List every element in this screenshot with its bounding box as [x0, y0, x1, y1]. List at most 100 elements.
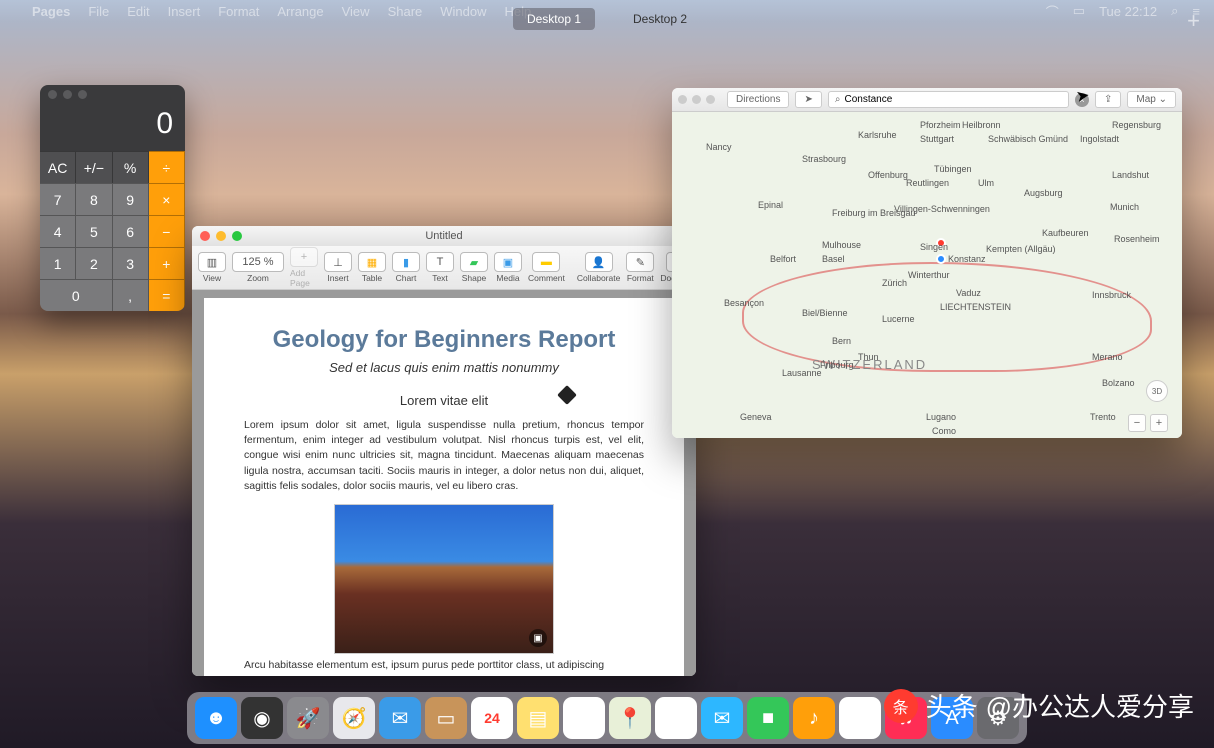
dock-maps[interactable]: 📍	[609, 697, 651, 739]
tb-comment[interactable]: ▬Comment	[528, 252, 565, 283]
calc-key-%[interactable]: %	[113, 151, 149, 183]
dock-stocks[interactable]: ▮	[839, 697, 881, 739]
watermark-text: @办公达人爱分享	[986, 687, 1194, 724]
calc-key-7[interactable]: 7	[40, 183, 76, 215]
calc-key-8[interactable]: 8	[76, 183, 112, 215]
city-label: Nancy	[706, 142, 732, 152]
doc-paragraph-2: Arcu habitasse elementum est, ipsum puru…	[244, 658, 644, 673]
calc-key-+/−[interactable]: +/−	[76, 151, 112, 183]
calc-key-5[interactable]: 5	[76, 215, 112, 247]
dock-siri[interactable]: ◉	[241, 697, 283, 739]
maps-search[interactable]: ⌕	[828, 91, 1069, 108]
city-label: Winterthur	[908, 270, 950, 280]
tb-insert[interactable]: ⊥Insert	[324, 252, 352, 283]
tb-collaborate[interactable]: 👤Collaborate	[577, 252, 620, 283]
dock-safari[interactable]: 🧭	[333, 697, 375, 739]
watermark-icon: 条	[884, 689, 918, 723]
city-label: Tübingen	[934, 164, 972, 174]
maps-window[interactable]: Directions ➤ ⌕ × ⇪ Map ⌄ SWITZERLAND 3D …	[672, 88, 1182, 438]
maps-traffic-lights[interactable]	[678, 95, 715, 104]
city-label: Lugano	[926, 412, 956, 422]
tb-chart[interactable]: ▮Chart	[392, 252, 420, 283]
pages-canvas[interactable]: Geology for Beginners Report Sed et lacu…	[192, 290, 696, 676]
calc-key-4[interactable]: 4	[40, 215, 76, 247]
city-label: Besançon	[724, 298, 764, 308]
tb-table[interactable]: ▦Table	[358, 252, 386, 283]
calc-key-6[interactable]: 6	[113, 215, 149, 247]
calc-key-AC[interactable]: AC	[40, 151, 76, 183]
pages-title: Untitled	[425, 230, 462, 242]
city-label: Karlsruhe	[858, 130, 897, 140]
pages-titlebar[interactable]: Untitled	[192, 226, 696, 246]
calc-key-=[interactable]: =	[149, 279, 185, 311]
map-3d-button[interactable]: 3D	[1146, 380, 1168, 402]
calc-display: 0	[40, 103, 185, 151]
space-desktop-1[interactable]: Desktop 1	[513, 8, 595, 30]
calc-key-1[interactable]: 1	[40, 247, 76, 279]
directions-button[interactable]: Directions	[727, 91, 789, 108]
add-space-button[interactable]: +	[1187, 8, 1200, 34]
city-label: Trento	[1090, 412, 1116, 422]
dock-facetime[interactable]: ■	[747, 697, 789, 739]
calc-keypad: AC+/−%÷ 789× 456− 123+0,=	[40, 151, 185, 311]
locate-button[interactable]: ➤	[795, 91, 821, 108]
calculator-window[interactable]: 0 AC+/−%÷ 789× 456− 123+0,=	[40, 85, 185, 311]
calc-key-−[interactable]: −	[149, 215, 185, 247]
calc-key-÷[interactable]: ÷	[149, 151, 185, 183]
tb-view[interactable]: ▥View	[198, 252, 226, 283]
zoom-out-button[interactable]: −	[1128, 414, 1146, 432]
zoom-in-button[interactable]: +	[1150, 414, 1168, 432]
city-label: Lausanne	[782, 368, 822, 378]
calc-key-+[interactable]: +	[149, 247, 185, 279]
doc-image[interactable]: ▣	[334, 504, 554, 654]
tb-media[interactable]: ▣Media	[494, 252, 522, 283]
dock-launchpad[interactable]: 🚀	[287, 697, 329, 739]
tb-shape[interactable]: ▰Shape	[460, 252, 488, 283]
image-gallery-icon[interactable]: ▣	[529, 629, 547, 647]
pages-traffic-lights[interactable]	[200, 231, 242, 241]
city-label: Ulm	[978, 178, 994, 188]
city-label: Strasbourg	[802, 154, 846, 164]
calc-key-×[interactable]: ×	[149, 183, 185, 215]
dock-finder[interactable]: ☻	[195, 697, 237, 739]
city-label: LIECHTENSTEIN	[940, 302, 1011, 312]
search-icon: ⌕	[835, 94, 841, 105]
tb-add-page[interactable]: +Add Page	[290, 247, 318, 288]
city-label: Schwäbisch Gmünd	[988, 134, 1068, 144]
maps-search-input[interactable]	[844, 94, 1062, 105]
dock-itunes-remote[interactable]: ♪	[793, 697, 835, 739]
dock-photos[interactable]: ✿	[655, 697, 697, 739]
map-pin-location[interactable]	[936, 254, 946, 264]
space-desktop-2[interactable]: Desktop 2	[619, 8, 701, 30]
city-label: Mulhouse	[822, 240, 861, 250]
dock-notes[interactable]: ▤	[517, 697, 559, 739]
city-label: Stuttgart	[920, 134, 954, 144]
dock-reminders[interactable]: ☑	[563, 697, 605, 739]
calc-key-3[interactable]: 3	[113, 247, 149, 279]
calc-key-0[interactable]: 0	[40, 279, 113, 311]
city-label: Kempten (Allgäu)	[986, 244, 1056, 254]
tb-format[interactable]: ✎Format	[626, 252, 654, 283]
calc-key-2[interactable]: 2	[76, 247, 112, 279]
city-label: Lucerne	[882, 314, 915, 324]
dock-calendar[interactable]: 24	[471, 697, 513, 739]
dock-mail[interactable]: ✉	[379, 697, 421, 739]
share-button[interactable]: ⇪	[1095, 91, 1121, 108]
pages-window[interactable]: Untitled ▥View 125 %Zoom +Add Page ⊥Inse…	[192, 226, 696, 676]
city-label: Basel	[822, 254, 845, 264]
city-label: Offenburg	[868, 170, 908, 180]
city-label: Rosenheim	[1114, 234, 1160, 244]
dock-messages[interactable]: ✉	[701, 697, 743, 739]
city-label: Bolzano	[1102, 378, 1135, 388]
watermark: 条 头条 @办公达人爱分享	[884, 687, 1194, 724]
calc-key-9[interactable]: 9	[113, 183, 149, 215]
dock-contacts[interactable]: ▭	[425, 697, 467, 739]
city-label: Augsburg	[1024, 188, 1063, 198]
tb-zoom[interactable]: 125 %Zoom	[232, 252, 284, 283]
city-label: Vaduz	[956, 288, 981, 298]
map-canvas[interactable]: SWITZERLAND 3D − + NancyStrasbourgStuttg…	[672, 112, 1182, 438]
tb-text[interactable]: TText	[426, 252, 454, 283]
calc-key-,[interactable]: ,	[113, 279, 149, 311]
map-mode-button[interactable]: Map ⌄	[1127, 91, 1176, 108]
doc-section: Lorem vitae elit	[244, 393, 644, 408]
